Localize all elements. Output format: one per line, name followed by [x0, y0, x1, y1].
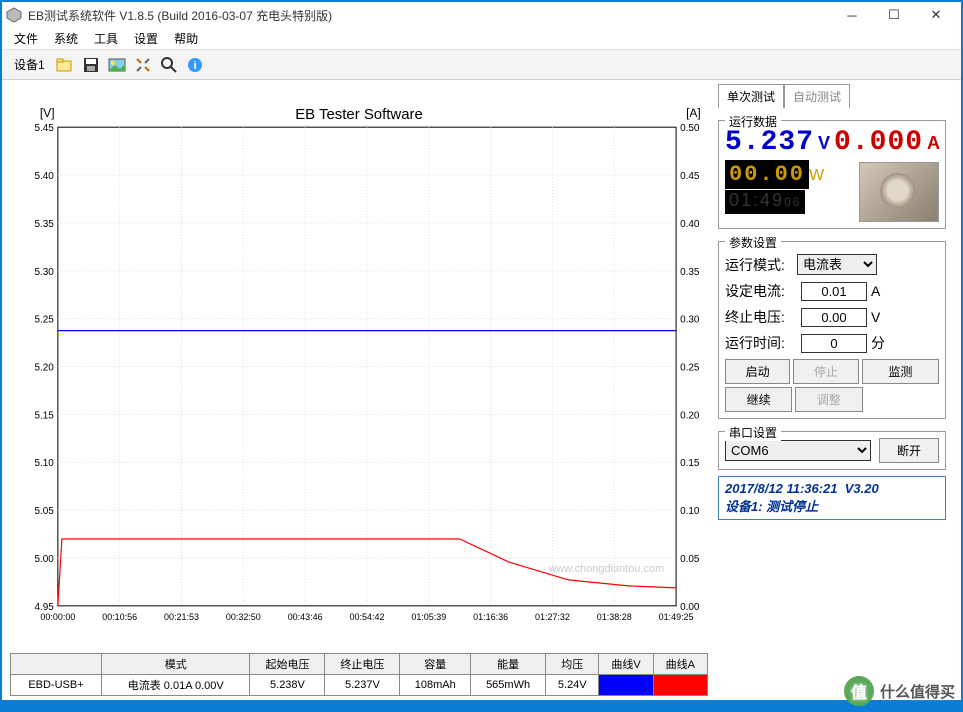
maximize-button[interactable]: ☐	[873, 2, 915, 28]
th-device	[11, 654, 102, 675]
minimize-button[interactable]: ─	[831, 2, 873, 28]
com-port-select[interactable]: COM6	[725, 440, 871, 461]
runtime-input[interactable]	[801, 334, 867, 353]
params-group: 参数设置 运行模式: 电流表 设定电流: A 终止电压: V 运行时间:	[718, 241, 946, 419]
svg-text:0.20: 0.20	[680, 410, 700, 421]
th-vend: 终止电压	[325, 654, 400, 675]
app-icon	[6, 7, 22, 23]
svg-text:5.15: 5.15	[34, 410, 54, 421]
svg-text:01:49:25: 01:49:25	[659, 612, 694, 622]
svg-text:0.50: 0.50	[680, 123, 700, 134]
svg-text:01:27:32: 01:27:32	[535, 612, 570, 622]
zoom-icon[interactable]	[157, 53, 181, 77]
svg-text:5.00: 5.00	[34, 554, 54, 565]
menu-system[interactable]: 系统	[46, 28, 86, 49]
svg-text:5.30: 5.30	[34, 267, 54, 278]
serial-group: 串口设置 COM6 断开	[718, 431, 946, 470]
menu-settings[interactable]: 设置	[126, 28, 166, 49]
svg-text:5.25: 5.25	[34, 315, 54, 326]
svg-text:00:43:46: 00:43:46	[288, 612, 323, 622]
tabs-right: 单次测试 自动测试	[718, 84, 946, 108]
watts-readout: 00.00	[725, 160, 809, 189]
svg-text:0.25: 0.25	[680, 362, 700, 373]
cat-image	[859, 162, 939, 222]
svg-text:01:38:28: 01:38:28	[597, 612, 632, 622]
chart-svg: [V] [A] EB Tester Software ZKETECH	[10, 86, 708, 649]
table-row[interactable]: EBD-USB+ 电流表 0.01A 0.00V 5.238V 5.237V 1…	[11, 675, 708, 696]
readout-group: 运行数据 5.237 V 0.000 A 00.00W 01:4906	[718, 120, 946, 229]
svg-text:0.35: 0.35	[680, 267, 700, 278]
toolbar: 设备1 i	[2, 50, 961, 80]
th-vstart: 起始电压	[250, 654, 325, 675]
svg-text:01:05:39: 01:05:39	[411, 612, 446, 622]
svg-text:00:00:00: 00:00:00	[40, 612, 75, 622]
tools-icon[interactable]	[131, 53, 155, 77]
titlebar: EB测试系统软件 V1.8.5 (Build 2016-03-07 充电头特别版…	[2, 2, 961, 28]
svg-text:5.35: 5.35	[34, 219, 54, 230]
chart-watermark2: www.chongdiantou.com	[547, 563, 664, 575]
svg-text:5.20: 5.20	[34, 362, 54, 373]
svg-text:0.10: 0.10	[680, 506, 700, 517]
svg-text:00:32:50: 00:32:50	[226, 612, 261, 622]
curve-a-swatch	[653, 675, 707, 696]
window-title: EB测试系统软件 V1.8.5 (Build 2016-03-07 充电头特别版…	[28, 7, 831, 24]
set-current-input[interactable]	[801, 282, 867, 301]
th-curve-a: 曲线A	[653, 654, 707, 675]
left-axis-label: [V]	[40, 106, 55, 120]
disconnect-button[interactable]: 断开	[879, 438, 939, 463]
tab-auto-test[interactable]: 自动测试	[784, 84, 850, 108]
voltage-readout: 5.237	[725, 127, 814, 158]
timer-readout: 01:4906	[725, 190, 805, 214]
th-capacity: 容量	[400, 654, 471, 675]
th-energy: 能量	[471, 654, 546, 675]
th-curve-v: 曲线V	[599, 654, 653, 675]
current-readout: 0.000	[834, 127, 923, 158]
svg-text:5.45: 5.45	[34, 123, 54, 134]
svg-text:0.15: 0.15	[680, 458, 700, 469]
curve-v-swatch	[599, 675, 653, 696]
svg-text:0.30: 0.30	[680, 315, 700, 326]
menu-file[interactable]: 文件	[6, 28, 46, 49]
status-box: 2017/8/12 11:36:21 V3.20 设备1: 测试停止	[718, 476, 946, 520]
adjust-button[interactable]: 调整	[795, 387, 862, 412]
svg-text:01:16:36: 01:16:36	[473, 612, 508, 622]
info-icon[interactable]: i	[183, 53, 207, 77]
menu-tools[interactable]: 工具	[86, 28, 126, 49]
svg-text:00:10:56: 00:10:56	[102, 612, 137, 622]
mode-select[interactable]: 电流表	[797, 254, 877, 275]
svg-text:5.10: 5.10	[34, 458, 54, 469]
monitor-button[interactable]: 监测	[862, 359, 939, 384]
th-vavg: 均压	[546, 654, 599, 675]
svg-text:00:21:53: 00:21:53	[164, 612, 199, 622]
save-icon[interactable]	[79, 53, 103, 77]
open-icon[interactable]	[53, 53, 77, 77]
start-button[interactable]: 启动	[725, 359, 790, 384]
close-button[interactable]: ✕	[915, 2, 957, 28]
svg-text:0.05: 0.05	[680, 554, 700, 565]
th-mode: 模式	[101, 654, 250, 675]
svg-text:00:54:42: 00:54:42	[350, 612, 385, 622]
watermark-icon: 值	[844, 676, 874, 706]
device-tab[interactable]: 设备1	[8, 54, 51, 75]
result-table: 模式 起始电压 终止电压 容量 能量 均压 曲线V 曲线A EBD-USB+ 电…	[10, 653, 708, 696]
continue-button[interactable]: 继续	[725, 387, 792, 412]
tab-single-test[interactable]: 单次测试	[718, 84, 784, 108]
svg-text:5.05: 5.05	[34, 506, 54, 517]
menu-help[interactable]: 帮助	[166, 28, 206, 49]
svg-text:0.45: 0.45	[680, 171, 700, 182]
svg-text:0.40: 0.40	[680, 219, 700, 230]
stop-button[interactable]: 停止	[793, 359, 858, 384]
cutoff-voltage-input[interactable]	[801, 308, 867, 327]
menubar: 文件 系统 工具 设置 帮助	[2, 28, 961, 50]
page-watermark: 值 什么值得买	[844, 676, 955, 706]
svg-text:5.40: 5.40	[34, 171, 54, 182]
chart: [V] [A] EB Tester Software ZKETECH	[10, 86, 708, 649]
chart-title: EB Tester Software	[295, 106, 423, 123]
svg-text:i: i	[193, 60, 196, 72]
right-axis-label: [A]	[686, 106, 701, 120]
image-icon[interactable]	[105, 53, 129, 77]
